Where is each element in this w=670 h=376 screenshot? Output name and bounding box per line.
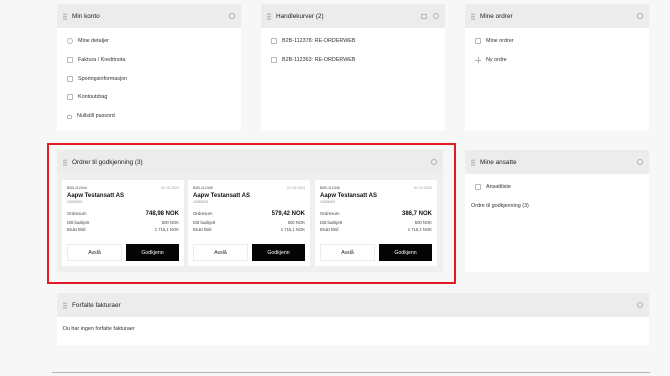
panel-header[interactable]: Mine ordrer [465, 4, 649, 28]
panel-min-konto: Min konto Mine detaljer Faktura / Kredit… [57, 4, 241, 131]
user-icon [67, 38, 73, 45]
panel-forfalte-fakturaer: Forfalte fakturaer Du har ingen forfalte… [57, 293, 649, 345]
highlight-frame [47, 143, 456, 284]
panel-mine-ansatte: Mine ansatte Ansattliste Ordre til godkj… [465, 150, 649, 272]
empty-state-text: Du har ingen forfalte fakturaer [63, 326, 135, 332]
document-icon [67, 57, 73, 64]
drag-handle-icon[interactable] [471, 158, 475, 166]
folder-icon [67, 94, 73, 101]
cart-link[interactable]: B2B-112363: RE-ORDERWEB [261, 51, 445, 70]
panel-title: Handlekurver (2) [276, 12, 324, 20]
link-nullstill-passord[interactable]: Nullstill passord [57, 107, 241, 126]
cart-icon[interactable] [421, 13, 427, 19]
panel-title: Mine ansatte [480, 158, 517, 166]
drag-handle-icon[interactable] [471, 12, 475, 20]
panel-title: Forfalte fakturaer [72, 301, 121, 309]
drag-handle-icon[interactable] [267, 12, 271, 20]
footer-divider [52, 372, 650, 373]
link-mine-detaljer[interactable]: Mine detaljer [57, 32, 241, 51]
link-kontoutdrag[interactable]: Kontoutdrag [57, 88, 241, 107]
panel-header[interactable]: Mine ansatte [465, 150, 649, 174]
panel-title: Min konto [72, 12, 100, 20]
link-ny-ordre[interactable]: Ny ordre [465, 51, 649, 70]
box-icon [475, 38, 481, 45]
panel-title: Mine ordrer [480, 12, 513, 20]
gear-icon[interactable] [637, 13, 643, 19]
panel-handlekurver: Handlekurver (2) B2B-112378: RE-ORDERWEB… [261, 4, 445, 131]
panel-header[interactable]: Forfalte fakturaer [57, 293, 649, 317]
gear-icon[interactable] [229, 13, 235, 19]
gear-icon[interactable] [637, 159, 643, 165]
cart-icon [271, 57, 277, 64]
link-faktura[interactable]: Faktura / Kreditnota [57, 51, 241, 70]
panel-header[interactable]: Handlekurver (2) [261, 4, 445, 28]
drag-handle-icon[interactable] [63, 12, 67, 20]
link-mine-ordrer[interactable]: Mine ordrer [465, 32, 649, 51]
link-sporing[interactable]: Sporingsinformasjon [57, 69, 241, 88]
lock-icon [67, 115, 72, 120]
link-ordre-til-godkjenning[interactable]: Ordre til godkjenning (3) [465, 197, 649, 216]
gear-icon[interactable] [637, 302, 643, 308]
drag-handle-icon[interactable] [63, 301, 67, 309]
link-ansattliste[interactable]: Ansattliste [465, 178, 649, 197]
cart-link[interactable]: B2B-112378: RE-ORDERWEB [261, 32, 445, 51]
plus-icon [475, 57, 481, 64]
box-icon [67, 75, 73, 82]
gear-icon[interactable] [433, 13, 439, 19]
panel-mine-ordrer: Mine ordrer Mine ordrer Ny ordre [465, 4, 649, 131]
cart-icon [271, 38, 277, 45]
panel-header[interactable]: Min konto [57, 4, 241, 28]
list-icon [475, 184, 481, 191]
